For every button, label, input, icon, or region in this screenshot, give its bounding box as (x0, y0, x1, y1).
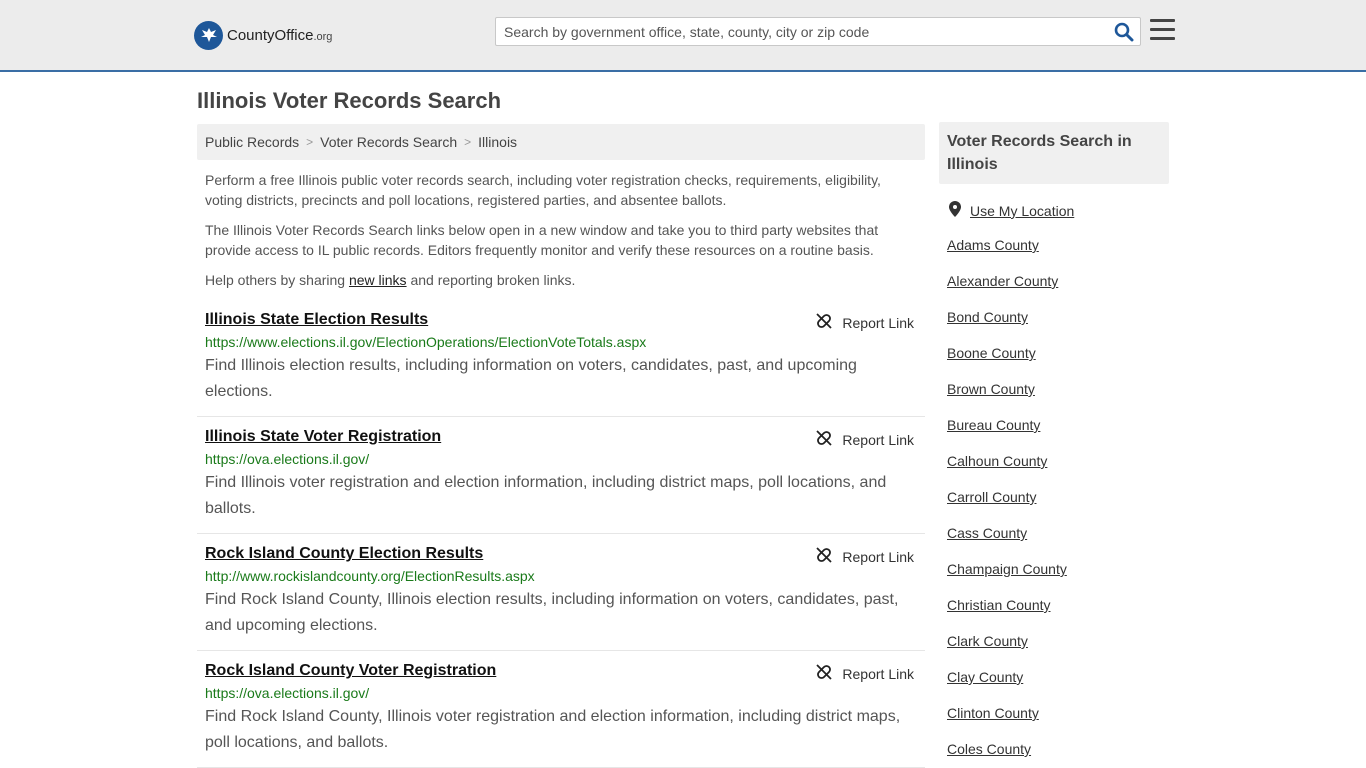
county-link-carroll[interactable]: Carroll County (947, 489, 1036, 505)
report-link-button[interactable]: Report Link (816, 664, 914, 683)
search-input[interactable] (496, 18, 1106, 45)
county-link-bond[interactable]: Bond County (947, 309, 1028, 325)
hamburger-menu-icon[interactable] (1150, 19, 1175, 41)
result-item: Illinois State Voter Registration Report… (197, 424, 925, 534)
eagle-seal-icon (194, 20, 223, 50)
result-url[interactable]: https://www.elections.il.gov/ElectionOpe… (205, 334, 925, 350)
new-links-link[interactable]: new links (349, 272, 407, 288)
result-title-link[interactable]: Illinois State Election Results (205, 311, 428, 329)
county-link-brown[interactable]: Brown County (947, 381, 1035, 397)
county-link-clinton[interactable]: Clinton County (947, 705, 1039, 721)
county-link-clark[interactable]: Clark County (947, 633, 1028, 649)
county-link-adams[interactable]: Adams County (947, 237, 1039, 253)
county-link-calhoun[interactable]: Calhoun County (947, 453, 1047, 469)
result-description: Find Rock Island County, Illinois voter … (205, 708, 901, 751)
breadcrumb-public-records[interactable]: Public Records (205, 134, 299, 150)
sidebar-heading: Voter Records Search in Illinois (939, 122, 1169, 184)
result-url[interactable]: https://ova.elections.il.gov/ (205, 685, 925, 701)
page-title: Illinois Voter Records Search (197, 88, 502, 113)
county-link-clay[interactable]: Clay County (947, 669, 1023, 685)
county-link-cass[interactable]: Cass County (947, 525, 1027, 541)
county-link-bureau[interactable]: Bureau County (947, 417, 1040, 433)
intro-paragraph: Perform a free Illinois public voter rec… (205, 172, 881, 208)
result-item: Rock Island County Election Results Repo… (197, 541, 925, 651)
broken-link-icon (816, 313, 833, 332)
result-title-link[interactable]: Illinois State Voter Registration (205, 428, 441, 446)
report-link-button[interactable]: Report Link (816, 430, 914, 449)
county-link-christian[interactable]: Christian County (947, 597, 1051, 613)
result-title-link[interactable]: Rock Island County Election Results (205, 545, 483, 563)
county-link-boone[interactable]: Boone County (947, 345, 1036, 361)
result-description: Find Illinois election results, includin… (205, 357, 857, 400)
logo-wordmark: CountyOffice.org (227, 26, 333, 44)
result-title-link[interactable]: Rock Island County Voter Registration (205, 662, 496, 680)
broken-link-icon (816, 664, 833, 683)
result-description: Find Illinois voter registration and ele… (205, 474, 887, 517)
result-url[interactable]: http://www.rockislandcounty.org/Election… (205, 568, 925, 584)
site-logo[interactable]: CountyOffice.org (194, 20, 332, 50)
result-description: Find Rock Island County, Illinois electi… (205, 591, 899, 634)
disclaimer-paragraph: The Illinois Voter Records Search links … (205, 222, 879, 258)
result-url[interactable]: https://ova.elections.il.gov/ (205, 451, 925, 467)
breadcrumb-voter-records-search[interactable]: Voter Records Search (320, 134, 457, 150)
search-icon[interactable] (1114, 22, 1134, 42)
broken-link-icon (816, 547, 833, 566)
use-my-location[interactable]: Use My Location (949, 201, 1074, 220)
broken-link-icon (816, 430, 833, 449)
county-link-alexander[interactable]: Alexander County (947, 273, 1058, 289)
search-box (495, 17, 1141, 46)
result-item: Rock Island County Voter Registration Re… (197, 658, 925, 768)
breadcrumb: Public Records > Voter Records Search > … (197, 124, 925, 160)
report-link-button[interactable]: Report Link (816, 313, 914, 332)
result-item: Illinois State Election Results Report L… (197, 307, 925, 417)
map-pin-icon (949, 201, 961, 220)
breadcrumb-illinois[interactable]: Illinois (478, 134, 517, 150)
breadcrumb-separator: > (306, 135, 314, 149)
county-link-coles[interactable]: Coles County (947, 741, 1031, 757)
site-header: CountyOffice.org (0, 0, 1366, 72)
share-paragraph: Help others by sharing new links and rep… (205, 272, 576, 288)
use-my-location-link[interactable]: Use My Location (970, 203, 1074, 219)
county-link-champaign[interactable]: Champaign County (947, 561, 1067, 577)
breadcrumb-separator: > (464, 135, 472, 149)
report-link-button[interactable]: Report Link (816, 547, 914, 566)
